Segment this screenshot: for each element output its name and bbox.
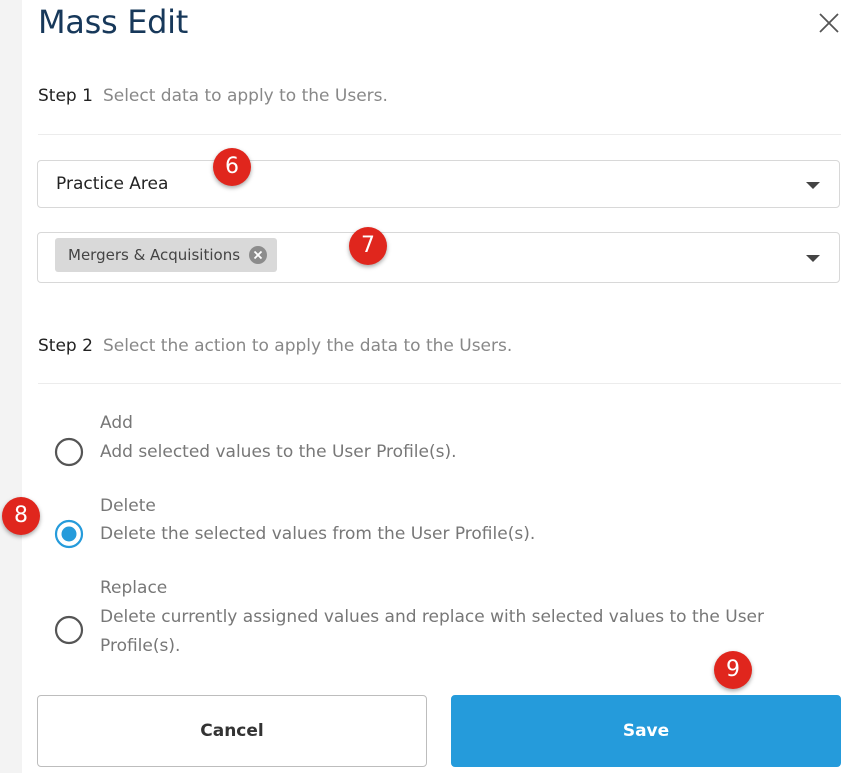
step-2-heading: Step 2 Select the action to apply the dat… bbox=[38, 335, 512, 357]
annotation-badge: 6 bbox=[213, 148, 251, 186]
action-delete-label: Delete bbox=[100, 496, 156, 516]
step-1-text: Select data to apply to the Users. bbox=[102, 86, 388, 106]
annotation-badge: 7 bbox=[349, 227, 387, 265]
close-icon[interactable] bbox=[816, 10, 842, 36]
action-replace-label: Replace bbox=[100, 578, 168, 598]
step-2-number: Step 2 bbox=[38, 336, 93, 356]
divider bbox=[38, 134, 841, 135]
action-add-label: Add bbox=[100, 413, 133, 433]
annotation-badge: 8 bbox=[2, 497, 40, 535]
action-add-radio[interactable] bbox=[54, 437, 84, 467]
divider bbox=[38, 383, 841, 384]
left-background-strip bbox=[0, 0, 22, 773]
value-chip: Mergers & Acquisitions bbox=[55, 238, 278, 272]
remove-chip-icon[interactable] bbox=[249, 246, 268, 264]
action-add-description: Add selected values to the User Profile(… bbox=[100, 442, 457, 462]
field-select-value: Practice Area bbox=[56, 174, 169, 194]
save-button[interactable]: Save bbox=[451, 695, 841, 767]
step-1-number: Step 1 bbox=[38, 86, 93, 106]
chevron-down-icon[interactable] bbox=[806, 182, 820, 189]
cancel-button[interactable]: Cancel bbox=[37, 695, 427, 767]
value-chip-label: Mergers & Acquisitions bbox=[68, 246, 241, 264]
dialog-title: Mass Edit bbox=[38, 3, 189, 41]
values-select[interactable]: Mergers & Acquisitions bbox=[37, 232, 840, 283]
field-select[interactable]: Practice Area bbox=[37, 160, 840, 208]
step-1-heading: Step 1 Select data to apply to the Users. bbox=[38, 85, 388, 107]
action-replace-radio[interactable] bbox=[54, 615, 84, 645]
action-delete-description: Delete the selected values from the User… bbox=[100, 524, 536, 544]
step-2-text: Select the action to apply the data to t… bbox=[102, 336, 513, 356]
chevron-down-icon[interactable] bbox=[806, 255, 820, 262]
annotation-badge: 9 bbox=[714, 651, 752, 689]
action-delete-radio[interactable] bbox=[54, 519, 84, 549]
